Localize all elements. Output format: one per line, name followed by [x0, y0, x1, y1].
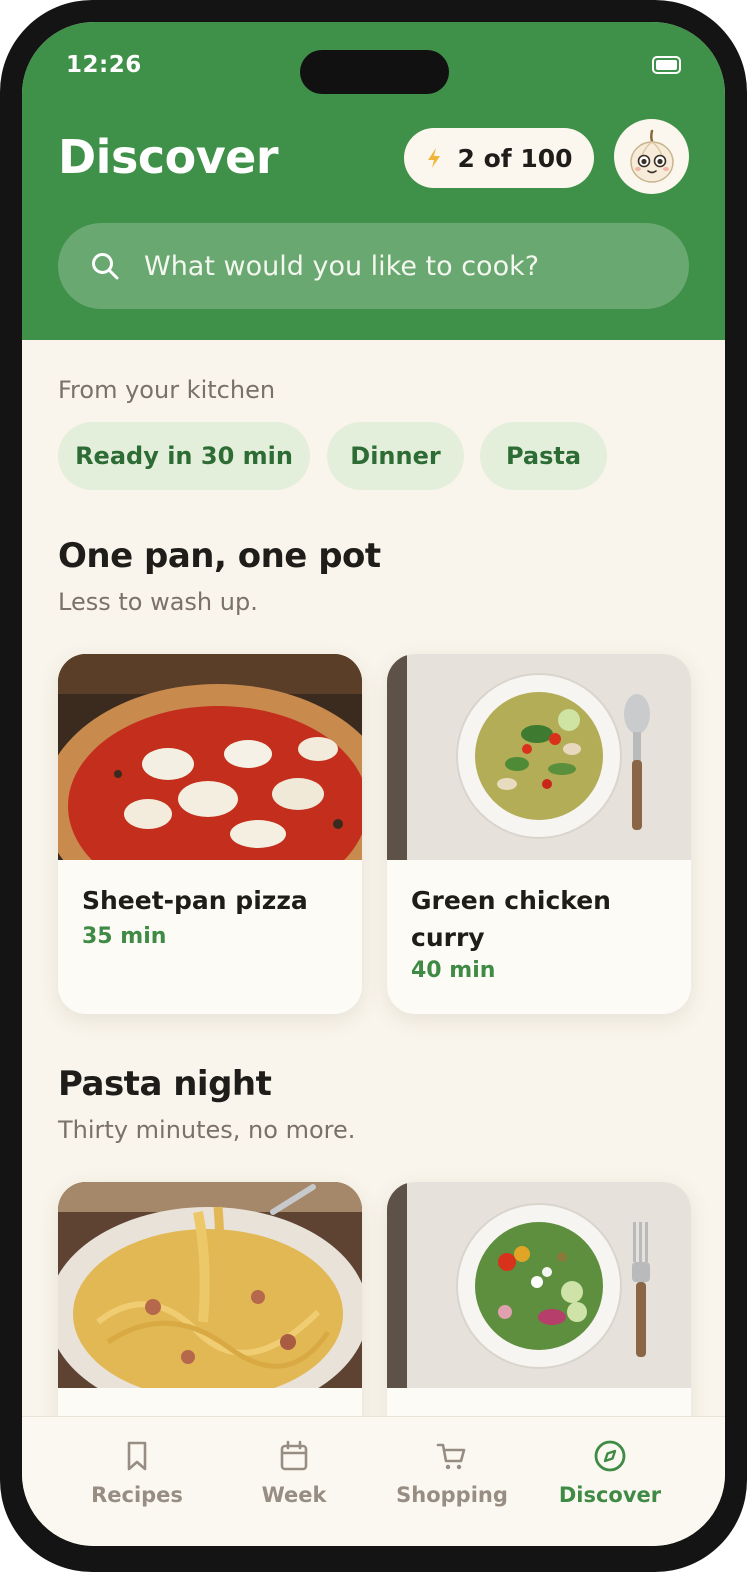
status-time: 12:26	[66, 52, 142, 78]
section-subtitle-one-pan: Less to wash up.	[58, 588, 258, 616]
tab-week[interactable]: Week	[219, 1439, 369, 1519]
chip-dinner[interactable]: Dinner	[327, 422, 464, 490]
recipe-photo-green-curry	[387, 654, 691, 860]
tab-discover[interactable]: Discover	[535, 1439, 685, 1519]
calendar-icon	[280, 1440, 308, 1471]
compass-icon	[594, 1440, 626, 1472]
recipe-photo-pizza	[58, 654, 362, 860]
tab-label: Week	[261, 1483, 327, 1507]
onion-mascot-icon	[629, 129, 674, 183]
avatar[interactable]	[614, 119, 689, 194]
section-title-pasta-night: Pasta night	[58, 1064, 272, 1104]
recipe-name: Green chicken curry	[411, 886, 611, 952]
tab-shopping[interactable]: Shopping	[377, 1439, 527, 1519]
quota-text: 2 of 100	[457, 143, 573, 173]
page-title: Discover	[58, 130, 279, 184]
search-icon	[92, 253, 119, 280]
bookmark-icon	[127, 1441, 147, 1471]
tab-label: Discover	[558, 1483, 662, 1507]
cart-icon	[436, 1443, 466, 1470]
header: 12:26 Discover 2 of 100	[22, 22, 725, 340]
kitchen-label: From your kitchen	[58, 376, 276, 404]
app-screen: 12:26 Discover 2 of 100 What would you l…	[22, 22, 725, 1546]
lightning-icon	[428, 148, 441, 168]
section-title-one-pan: One pan, one pot	[58, 536, 381, 576]
phone-frame: 12:26 Discover 2 of 100 What would you l…	[0, 0, 747, 1572]
recipe-photo-carbonara	[58, 1182, 362, 1388]
tab-label: Shopping	[396, 1483, 508, 1507]
recipe-time: 35 min	[82, 924, 167, 949]
recipe-name: Sheet-pan pizza	[82, 886, 308, 915]
tab-label: Recipes	[91, 1483, 183, 1507]
search-input[interactable]	[144, 223, 664, 309]
search-bar[interactable]	[58, 223, 689, 309]
quota-badge[interactable]: 2 of 100	[404, 128, 594, 188]
tab-recipes[interactable]: Recipes	[62, 1439, 212, 1519]
battery-icon	[652, 56, 681, 74]
recipe-photo-salad	[387, 1182, 691, 1388]
chip-pasta[interactable]: Pasta	[480, 422, 607, 490]
recipe-card[interactable]: Sheet-pan pizza 35 min	[58, 654, 362, 1014]
recipe-card[interactable]: Green chicken curry 40 min	[387, 654, 691, 1014]
dynamic-island	[300, 50, 449, 94]
section-subtitle-pasta-night: Thirty minutes, no more.	[58, 1116, 356, 1144]
chip-ready-in-30-min[interactable]: Ready in 30 min	[58, 422, 310, 490]
bottom-tab-bar: Recipes Week Shopping Discover	[22, 1416, 725, 1546]
recipe-time: 40 min	[411, 958, 496, 983]
